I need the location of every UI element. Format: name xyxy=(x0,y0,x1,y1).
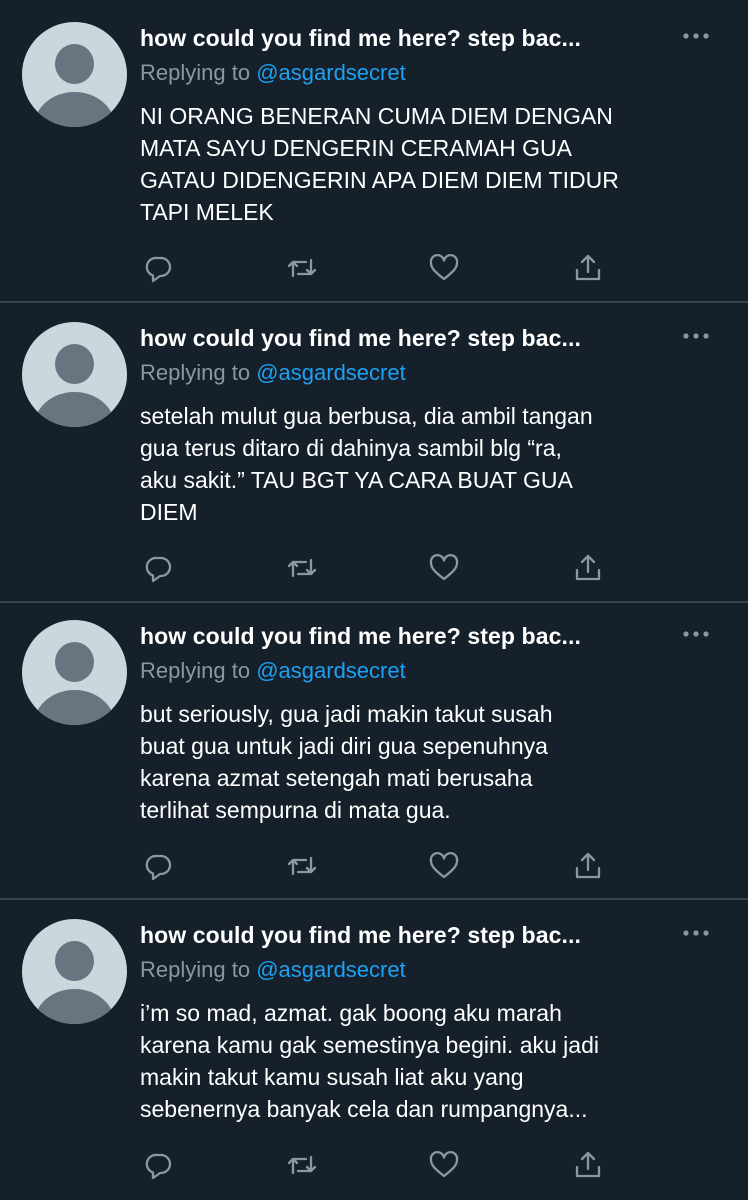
tweet-text-line: gua terus ditaro di dahinya sambil blg “… xyxy=(140,435,562,461)
retweet-icon[interactable] xyxy=(284,550,320,586)
avatar-head-shape xyxy=(55,642,94,682)
tweet-text-line: GATAU DIDENGERIN APA DIEM DIEM TIDUR xyxy=(140,167,619,193)
replying-to-label: Replying to xyxy=(140,60,251,85)
tweet-text-line: buat gua untuk jadi diri gua sepenuhnya xyxy=(140,733,548,759)
more-icon[interactable] xyxy=(680,24,712,48)
like-icon[interactable] xyxy=(426,550,462,586)
avatar[interactable] xyxy=(22,22,127,127)
tweet[interactable]: how could you find me here? step bac... … xyxy=(0,897,748,1196)
share-icon[interactable] xyxy=(570,250,606,286)
tweet-text: NI ORANG BENERAN CUMA DIEM DENGAN MATA S… xyxy=(140,100,730,228)
avatar[interactable] xyxy=(22,322,127,427)
tweet-text-line: but seriously, gua jadi makin takut susa… xyxy=(140,701,553,727)
avatar-body-shape xyxy=(34,392,115,427)
share-icon[interactable] xyxy=(570,550,606,586)
avatar[interactable] xyxy=(22,919,127,1024)
tweet[interactable]: how could you find me here? step bac... … xyxy=(0,300,748,599)
reply-handle-link[interactable]: @asgardsecret xyxy=(256,60,406,85)
tweet-text-line: MATA SAYU DENGERIN CERAMAH GUA xyxy=(140,135,572,161)
tweet-text-line: sebenernya banyak cela dan rumpangnya... xyxy=(140,1096,588,1122)
tweet[interactable]: how could you find me here? step bac... … xyxy=(0,598,748,897)
tweet-text-line: NI ORANG BENERAN CUMA DIEM DENGAN xyxy=(140,103,613,129)
replying-to-label: Replying to xyxy=(140,360,251,385)
tweet-text-line: terlihat sempurna di mata gua. xyxy=(140,797,451,823)
tweet[interactable]: how could you find me here? step bac... … xyxy=(0,0,748,299)
avatar-body-shape xyxy=(34,92,115,127)
tweet-text: but seriously, gua jadi makin takut susa… xyxy=(140,698,730,826)
tweet-text-line: i’m so mad, azmat. gak boong aku marah xyxy=(140,1000,562,1026)
tweet-feed: how could you find me here? step bac... … xyxy=(0,0,748,1200)
tweet-text-line: TAPI MELEK xyxy=(140,199,274,225)
tweet-actions xyxy=(0,550,748,586)
retweet-icon[interactable] xyxy=(284,848,320,884)
tweet-text-line: aku sakit.” TAU BGT YA CARA BUAT GUA xyxy=(140,467,573,493)
reply-handle-link[interactable]: @asgardsecret xyxy=(256,658,406,683)
replying-to: Replying to @asgardsecret xyxy=(140,658,406,684)
tweet-actions xyxy=(0,250,748,286)
display-name[interactable]: how could you find me here? step bac... xyxy=(140,25,581,52)
tweet-text-line: karena azmat setengah mati berusaha xyxy=(140,765,533,791)
tweet-text-line: makin takut kamu susah liat aku yang xyxy=(140,1064,524,1090)
tweet-actions xyxy=(0,1147,748,1183)
avatar-head-shape xyxy=(55,941,94,981)
replying-to: Replying to @asgardsecret xyxy=(140,360,406,386)
reply-icon[interactable] xyxy=(140,550,176,586)
like-icon[interactable] xyxy=(426,848,462,884)
avatar[interactable] xyxy=(22,620,127,725)
tweet-text-line: karena kamu gak semestinya begini. aku j… xyxy=(140,1032,599,1058)
more-icon[interactable] xyxy=(680,622,712,646)
avatar-body-shape xyxy=(34,989,115,1024)
reply-handle-link[interactable]: @asgardsecret xyxy=(256,957,406,982)
display-name[interactable]: how could you find me here? step bac... xyxy=(140,325,581,352)
tweet-text-line: setelah mulut gua berbusa, dia ambil tan… xyxy=(140,403,593,429)
tweet-actions xyxy=(0,848,748,884)
display-name[interactable]: how could you find me here? step bac... xyxy=(140,623,581,650)
tweet-text: setelah mulut gua berbusa, dia ambil tan… xyxy=(140,400,730,528)
reply-icon[interactable] xyxy=(140,1147,176,1183)
reply-icon[interactable] xyxy=(140,250,176,286)
avatar-body-shape xyxy=(34,690,115,725)
more-icon[interactable] xyxy=(680,324,712,348)
tweet-text-line: DIEM xyxy=(140,499,198,525)
retweet-icon[interactable] xyxy=(284,1147,320,1183)
reply-handle-link[interactable]: @asgardsecret xyxy=(256,360,406,385)
tweet-text: i’m so mad, azmat. gak boong aku marah k… xyxy=(140,997,730,1125)
more-icon[interactable] xyxy=(680,921,712,945)
avatar-head-shape xyxy=(55,344,94,384)
replying-to-label: Replying to xyxy=(140,658,251,683)
replying-to: Replying to @asgardsecret xyxy=(140,60,406,86)
replying-to-label: Replying to xyxy=(140,957,251,982)
share-icon[interactable] xyxy=(570,1147,606,1183)
reply-icon[interactable] xyxy=(140,848,176,884)
share-icon[interactable] xyxy=(570,848,606,884)
replying-to: Replying to @asgardsecret xyxy=(140,957,406,983)
like-icon[interactable] xyxy=(426,250,462,286)
retweet-icon[interactable] xyxy=(284,250,320,286)
display-name[interactable]: how could you find me here? step bac... xyxy=(140,922,581,949)
avatar-head-shape xyxy=(55,44,94,84)
like-icon[interactable] xyxy=(426,1147,462,1183)
